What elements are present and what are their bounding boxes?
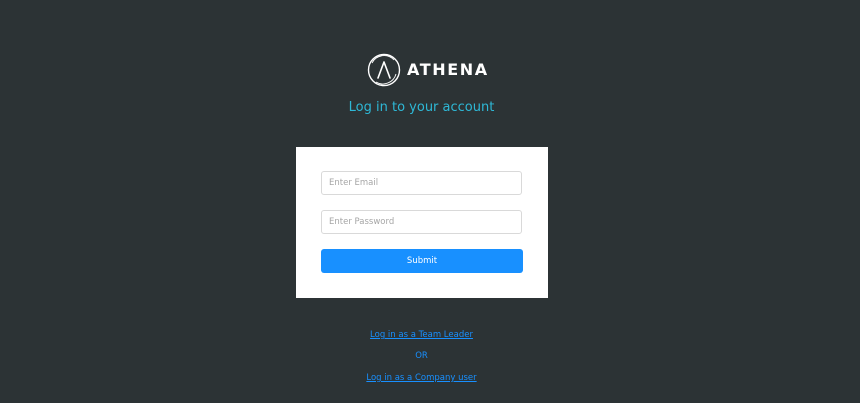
login-form: Submit <box>296 147 548 298</box>
email-field[interactable] <box>321 171 522 195</box>
brand-name: ATHENA <box>407 60 489 79</box>
team-leader-login-link[interactable]: Log in as a Team Leader <box>370 330 473 340</box>
team-leader-login-row: Log in as a Team Leader <box>0 329 843 341</box>
athena-logo-icon <box>367 53 401 87</box>
password-field[interactable] <box>321 210 522 234</box>
or-separator: OR <box>415 351 428 361</box>
page-title: Log in to your account <box>348 100 495 115</box>
brand-logo: ATHENA <box>367 53 489 87</box>
company-user-login-link[interactable]: Log in as a Company user <box>366 373 476 383</box>
submit-button[interactable]: Submit <box>321 249 523 273</box>
company-user-login-row: Log in as a Company user <box>0 372 843 384</box>
